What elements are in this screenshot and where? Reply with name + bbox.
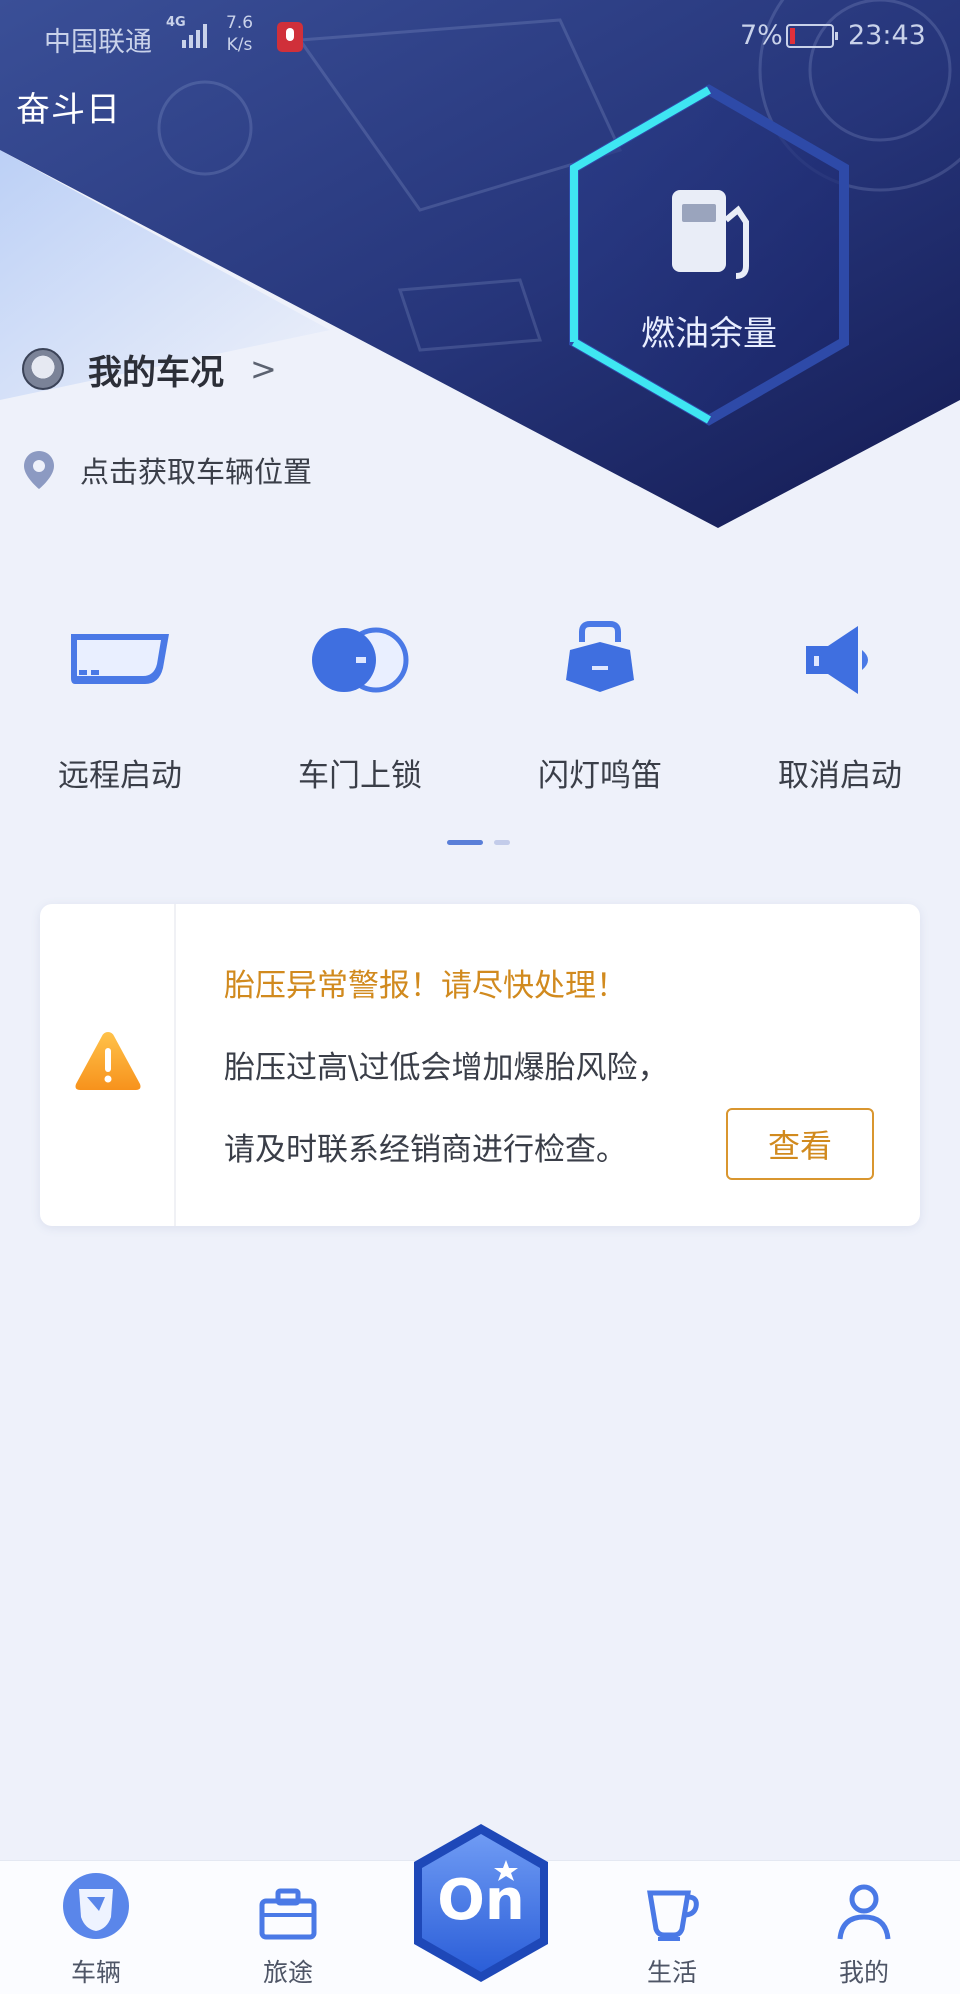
alert-title: 胎压异常警报！请尽快处理！ (224, 968, 627, 1004)
door-lock-icon (312, 627, 409, 693)
tab-mine[interactable]: 我的 (768, 1861, 960, 1994)
tab-label: 我的 (838, 1958, 889, 1987)
carrier-name: 中国联通 (44, 27, 152, 58)
action-label: 闪灯鸣笛 (538, 758, 662, 794)
battery-icon (786, 24, 838, 48)
location-text: 点击获取车辆位置 (80, 455, 313, 489)
briefcase-icon (259, 1888, 317, 1940)
action-label: 远程启动 (58, 758, 182, 794)
network-speed: 7.6 K/s (226, 12, 253, 56)
cup-icon (647, 1890, 699, 1941)
person-icon (837, 1884, 891, 1940)
signal-icon (182, 24, 207, 48)
clock: 23:43 (848, 20, 926, 51)
action-door-lock[interactable]: 车门上锁 (240, 610, 480, 800)
tire-pressure-alert: 胎压异常警报！请尽快处理！ 胎压过高\过低会增加爆胎风险， 请及时联系经销商进行… (40, 904, 920, 1226)
pager-dot (494, 840, 510, 845)
chevron-right-icon: > (250, 350, 277, 388)
alert-message-line1: 胎压过高\过低会增加爆胎风险， (224, 1050, 669, 1086)
hero-banner: 中国联通 4G 7.6 K/s 7% 23:43 奋斗日 燃油余量 我的车况 >… (0, 0, 960, 540)
status-bar: 中国联通 4G 7.6 K/s 7% 23:43 (0, 0, 960, 72)
action-label: 车门上锁 (298, 758, 422, 794)
action-label: 取消启动 (778, 758, 902, 794)
warning-icon (75, 1032, 141, 1090)
speed-value: 7.6 (226, 13, 254, 33)
action-remote-start[interactable]: 远程启动 (0, 610, 240, 800)
tab-life[interactable]: 生活 (576, 1861, 768, 1994)
onstar-button[interactable]: On (408, 1820, 554, 1986)
fuel-badge[interactable] (554, 80, 864, 450)
day-label: 奋斗日 (16, 90, 121, 130)
alert-message-line2: 请及时联系经销商进行检查。 (224, 1132, 627, 1168)
cancel-start-icon (806, 626, 868, 694)
pager-dot-active (447, 840, 483, 845)
my-car-status[interactable]: 我的车况 > (22, 344, 277, 394)
location-pin-icon (24, 451, 54, 489)
tab-label: 生活 (646, 1958, 697, 1987)
alert-icon-column (40, 904, 176, 1226)
tab-label: 旅途 (262, 1958, 313, 1987)
tab-vehicle[interactable]: 车辆 (0, 1861, 192, 1994)
speed-unit: K/s (226, 35, 253, 55)
tab-journey[interactable]: 旅途 (192, 1861, 384, 1994)
mic-icon (277, 22, 303, 52)
quick-actions: 远程启动 车门上锁 闪灯鸣笛 取消启动 (0, 610, 960, 800)
remote-start-icon (71, 634, 169, 684)
action-cancel-start[interactable]: 取消启动 (720, 610, 960, 800)
vehicle-location[interactable]: 点击获取车辆位置 (22, 446, 312, 494)
tab-label: 车辆 (70, 1958, 121, 1987)
action-flash-horn[interactable]: 闪灯鸣笛 (480, 610, 720, 800)
view-alert-button[interactable]: 查看 (726, 1108, 874, 1180)
vehicle-icon (63, 1873, 129, 1939)
car-status-title: 我的车况 (88, 352, 224, 393)
flash-horn-icon (566, 621, 634, 692)
onstar-label: On (437, 1868, 525, 1933)
fuel-label[interactable]: 燃油余量 (604, 306, 814, 355)
brand-logo (22, 348, 64, 390)
battery-percent: 7% (740, 20, 783, 51)
